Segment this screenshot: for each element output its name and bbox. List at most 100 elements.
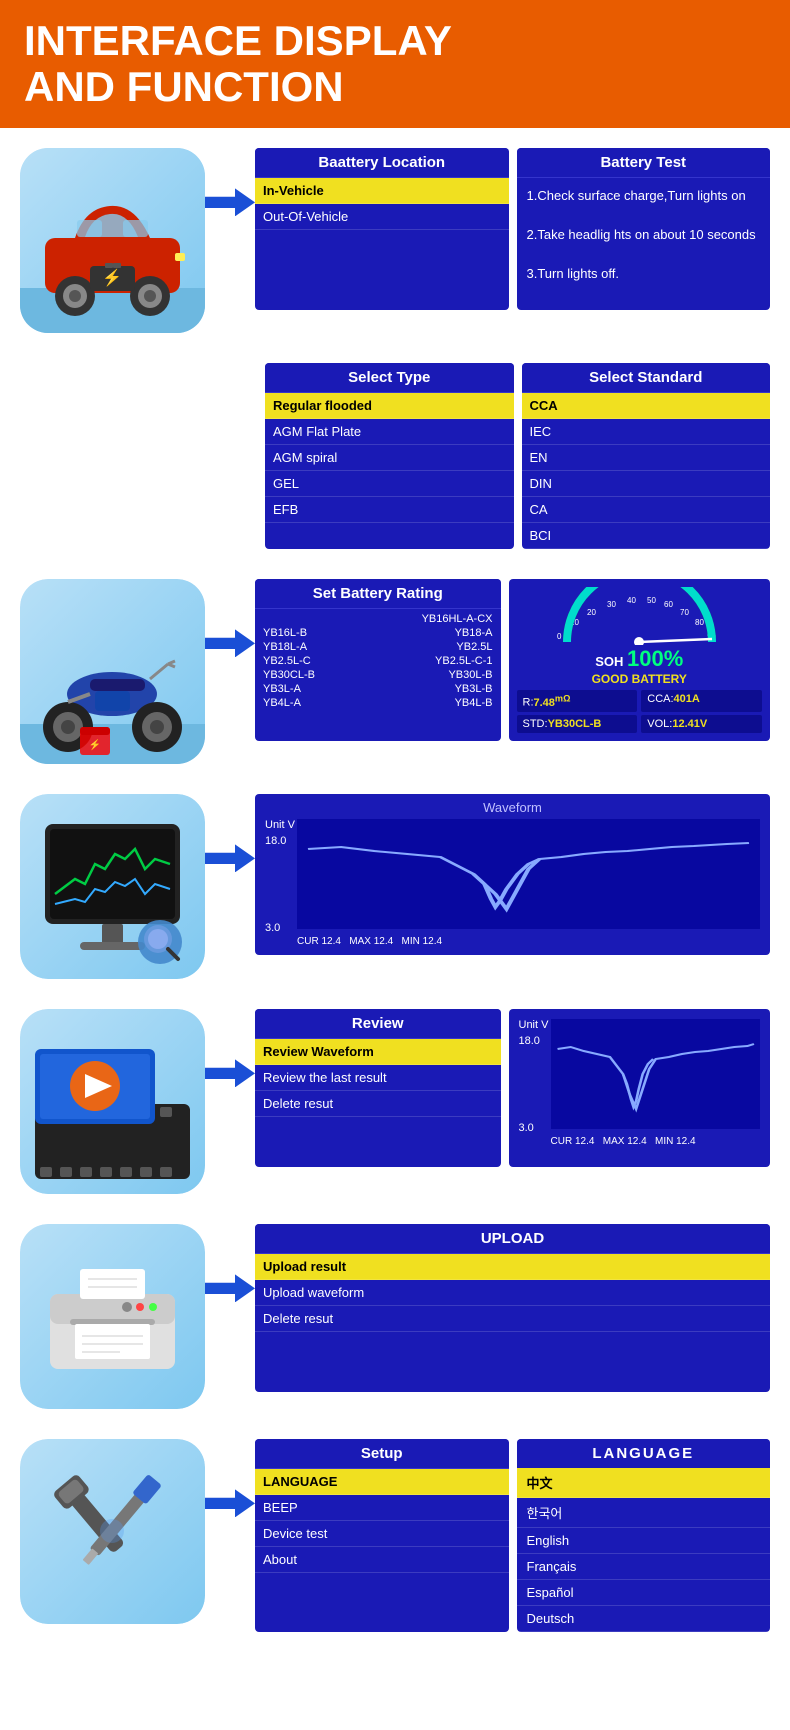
lang-english[interactable]: English (517, 1528, 771, 1554)
svg-text:40: 40 (627, 596, 636, 605)
review-stats: CUR 12.4 MAX 12.4 MIN 12.4 (551, 1134, 761, 1149)
upload-delete[interactable]: Delete resut (255, 1306, 770, 1332)
gauge-container: 0 10 20 30 40 50 60 70 80 90 (517, 587, 763, 650)
soh-panel: 0 10 20 30 40 50 60 70 80 90 (509, 579, 771, 741)
header: INTERFACE DISPLAY AND FUNCTION (0, 0, 790, 128)
review-waveform-panel: Unit V 18.0 3.0 CUR 12.4 M (509, 1009, 771, 1167)
svg-text:⚡: ⚡ (89, 738, 101, 751)
tools-icon (20, 1439, 205, 1624)
car-icon-box: ⚡ (20, 148, 205, 333)
type-agm-flat[interactable]: AGM Flat Plate (265, 419, 514, 445)
standard-din[interactable]: DIN (522, 471, 771, 497)
svg-text:70: 70 (680, 608, 689, 617)
waveform-stats: CUR 12.4 MAX 12.4 MIN 12.4 (297, 934, 760, 949)
standard-iec[interactable]: IEC (522, 419, 771, 445)
car-icon: ⚡ (20, 148, 205, 333)
standard-bci[interactable]: BCI (522, 523, 771, 549)
review-waveform-content: Unit V 18.0 3.0 CUR 12.4 M (517, 1015, 763, 1149)
battery-rating-panel: Set Battery Rating YB16HL-A-CX YB16L-BYB… (255, 579, 501, 741)
review-row: Review Review Waveform Review the last r… (20, 1009, 770, 1194)
waveform-panel: Waveform Unit V 18.0 3.0 (255, 794, 770, 955)
svg-text:80: 80 (695, 618, 704, 627)
lang-spanish[interactable]: Español (517, 1580, 771, 1606)
rating-grid: YB16HL-A-CX YB16L-BYB18-A YB18L-AYB2.5L … (255, 609, 501, 713)
setup-device-test[interactable]: Device test (255, 1521, 509, 1547)
review-chart: CUR 12.4 MAX 12.4 MIN 12.4 (551, 1019, 761, 1149)
upload-panel: UPLOAD Upload result Upload waveform Del… (255, 1224, 770, 1392)
good-battery-label: GOOD BATTERY (517, 672, 763, 686)
type-row-panels: Select Type Regular flooded AGM Flat Pla… (265, 363, 770, 549)
arrow-icon (205, 1274, 255, 1302)
monitor-row-panels: Waveform Unit V 18.0 3.0 (255, 794, 770, 955)
type-agm-spiral[interactable]: AGM spiral (265, 445, 514, 471)
lang-chinese[interactable]: 中文 (517, 1468, 771, 1498)
cca-stat: CCA:401A (641, 690, 762, 712)
resistance-stat: R:7.48mΩ (517, 690, 638, 712)
setup-beep[interactable]: BEEP (255, 1495, 509, 1521)
battery-rating-header: Set Battery Rating (255, 579, 501, 609)
svg-text:⚡: ⚡ (102, 268, 122, 287)
lang-french[interactable]: Français (517, 1554, 771, 1580)
language-header: LANGUAGE (517, 1439, 771, 1468)
waveform-y-axis: Unit V 18.0 3.0 (265, 819, 297, 934)
car-row-arrow (205, 148, 255, 216)
type-regular-flooded[interactable]: Regular flooded (265, 393, 514, 419)
soh-stats-row2: STD:YB30CL-B VOL:12.41V (517, 715, 763, 733)
standard-cca[interactable]: CCA (522, 393, 771, 419)
std-value: YB30CL-B (548, 718, 602, 730)
select-type-panel: Select Type Regular flooded AGM Flat Pla… (265, 363, 514, 549)
upload-waveform[interactable]: Upload waveform (255, 1280, 770, 1306)
type-row: Select Type Regular flooded AGM Flat Pla… (265, 363, 770, 549)
moto-row: ⚡ Set Battery Rating YB16HL-A-CX YB16L-B… (20, 579, 770, 764)
video-icon (20, 1009, 205, 1194)
car-row-panels: Baattery Location In-Vehicle Out-Of-Vehi… (255, 148, 770, 310)
setup-language[interactable]: LANGUAGE (255, 1469, 509, 1495)
type-efb[interactable]: EFB (265, 497, 514, 523)
battery-location-in-vehicle[interactable]: In-Vehicle (255, 178, 509, 204)
std-stat: STD:YB30CL-B (517, 715, 638, 733)
battery-location-out-of-vehicle[interactable]: Out-Of-Vehicle (255, 204, 509, 230)
battery-test-panel: Battery Test 1.Check surface charge,Turn… (517, 148, 771, 310)
svg-text:30: 30 (607, 600, 616, 609)
waveform-content: Unit V 18.0 3.0 (263, 817, 762, 949)
setup-about[interactable]: About (255, 1547, 509, 1573)
battery-test-header: Battery Test (517, 148, 771, 178)
moto-row-panels: Set Battery Rating YB16HL-A-CX YB16L-BYB… (255, 579, 770, 741)
upload-result[interactable]: Upload result (255, 1254, 770, 1280)
video-icon-box (20, 1009, 205, 1194)
arrow-icon (205, 188, 255, 216)
tools-icon-box (20, 1439, 205, 1624)
printer-icon-box (20, 1224, 205, 1409)
vol-value: 12.41V (672, 718, 707, 730)
select-standard-header: Select Standard (522, 363, 771, 393)
arrow-icon (205, 1489, 255, 1517)
arrow-icon (205, 844, 255, 872)
review-menu-header: Review (255, 1009, 501, 1039)
printer-icon (20, 1224, 205, 1409)
soh-stats-row1: R:7.48mΩ CCA:401A (517, 690, 763, 712)
waveform-header: Waveform (263, 800, 762, 815)
lang-german[interactable]: Deutsch (517, 1606, 771, 1632)
lang-korean[interactable]: 한국어 (517, 1498, 771, 1528)
upload-row: UPLOAD Upload result Upload waveform Del… (20, 1224, 770, 1409)
type-gel[interactable]: GEL (265, 471, 514, 497)
review-last-result[interactable]: Review the last result (255, 1065, 501, 1091)
vol-stat: VOL:12.41V (641, 715, 762, 733)
monitor-row: Waveform Unit V 18.0 3.0 (20, 794, 770, 979)
review-delete[interactable]: Delete resut (255, 1091, 501, 1117)
setup-header: Setup (255, 1439, 509, 1469)
resistance-value: 7.48mΩ (534, 697, 571, 709)
content: ⚡ Baattery Location In-Vehicle Out-Of-Ve… (0, 128, 790, 1682)
standard-en[interactable]: EN (522, 445, 771, 471)
review-menu-panel: Review Review Waveform Review the last r… (255, 1009, 501, 1167)
monitor-icon-box (20, 794, 205, 979)
standard-ca[interactable]: CA (522, 497, 771, 523)
review-waveform-svg (551, 1019, 761, 1129)
svg-text:0: 0 (557, 632, 562, 641)
svg-text:50: 50 (647, 596, 656, 605)
review-row-arrow (205, 1009, 255, 1087)
arrow-icon (205, 1059, 255, 1087)
review-waveform-item[interactable]: Review Waveform (255, 1039, 501, 1065)
waveform-chart: CUR 12.4 MAX 12.4 MIN 12.4 (297, 819, 760, 949)
language-panel: LANGUAGE 中文 한국어 English Français Español… (517, 1439, 771, 1632)
